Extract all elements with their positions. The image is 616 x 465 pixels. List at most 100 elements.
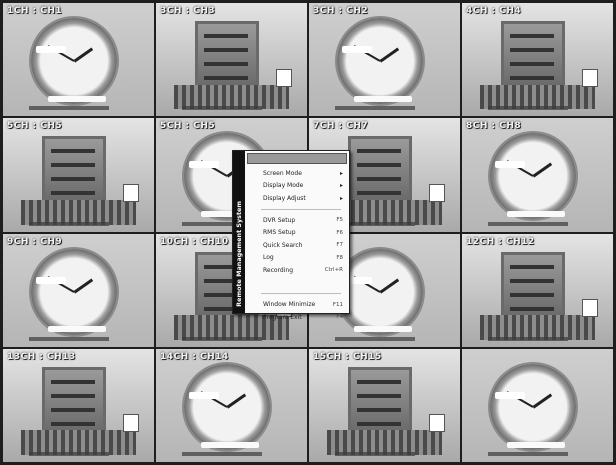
box-image (122, 183, 139, 202)
glare (495, 391, 526, 399)
menu-item[interactable]: Quick Search F7 (247, 239, 347, 252)
glare (189, 391, 220, 399)
menu-item[interactable]: Display Mode ▸ (247, 180, 347, 193)
glare (507, 211, 566, 218)
glare (342, 46, 373, 54)
menu-item[interactable]: Window Minimize F11 (247, 298, 347, 311)
menu-item-shortcut: F5 (336, 217, 343, 224)
menu-item[interactable]: Recording Ctrl+R (247, 264, 347, 277)
timestamp-overlay (29, 452, 109, 456)
glare (495, 161, 526, 169)
timestamp-overlay (182, 336, 262, 341)
menu-item-label: Program Exit (263, 313, 302, 321)
clock-image (30, 248, 117, 335)
menu-item[interactable]: Display Adjust ▸ (247, 192, 347, 205)
glare (36, 276, 67, 284)
menu-item[interactable]: RMS Setup F6 (247, 226, 347, 239)
timestamp-overlay (29, 106, 109, 111)
clock-image (489, 133, 576, 220)
menu-item-label: Window Minimize (263, 301, 316, 309)
clock-image (336, 18, 423, 105)
timestamp-overlay (488, 452, 568, 456)
timestamp-overlay (488, 221, 568, 226)
camera-tile[interactable]: 3CH : CH2 (309, 3, 460, 117)
box-image (428, 414, 445, 433)
dvr-monitor-window: 1CH : CH1 3CH : CH3 3CH : CH2 4CH : CH4 5CH … (0, 0, 616, 465)
camera-tile[interactable]: 9CH : CH9 (3, 233, 154, 347)
box-image (275, 68, 292, 87)
menu-header-bar (247, 153, 347, 164)
menu-items: Screen Mode ▸ Display Mode ▸ Display Adjust ▸… (247, 167, 347, 324)
camera-tile[interactable]: 1CH : CH1 (3, 3, 154, 117)
camera-tile[interactable]: 8CH : CH8 (462, 118, 613, 232)
camera-label: 13CH : CH13 (7, 351, 76, 362)
menu-item[interactable]: Log F8 (247, 252, 347, 265)
clock-image (183, 363, 270, 450)
camera-label: 4CH : CH4 (466, 6, 522, 16)
camera-label: 3CH : CH3 (160, 6, 216, 16)
camera-tile[interactable]: 14CH : CH14 (156, 348, 307, 462)
camera-tile[interactable]: 13CH : CH13 (3, 348, 154, 462)
timestamp-overlay (488, 336, 568, 341)
submenu-arrow-icon: ▸ (339, 182, 343, 190)
camera-label: 1CH : CH1 (7, 6, 63, 16)
menu-item-label: RMS Setup (263, 229, 296, 237)
box-image (122, 414, 139, 433)
camera-tile[interactable] (462, 348, 613, 462)
glare (48, 95, 107, 102)
camera-label: 8CH : CH8 (466, 121, 522, 132)
glare (48, 326, 107, 333)
menu-side-banner: Remote Management System (233, 151, 245, 313)
glare (354, 326, 413, 333)
clock-image (489, 363, 576, 450)
menu-side-title: Remote Management System (235, 201, 243, 307)
glare (189, 161, 220, 169)
menu-item[interactable]: Screen Mode ▸ (247, 167, 347, 180)
menu-item-shortcut: Ctrl+R (324, 267, 343, 274)
timestamp-overlay (488, 106, 568, 111)
menu-item-label: Display Mode (263, 182, 304, 190)
timestamp-overlay (335, 336, 415, 341)
menu-item-label: Log (263, 254, 274, 262)
menu-separator (261, 293, 341, 295)
menu-item-label: Display Adjust (263, 194, 306, 202)
menu-item-shortcut: F7 (336, 242, 343, 249)
menu-item-label: Recording (263, 266, 294, 274)
camera-label: 5CH : CH5 (160, 121, 216, 132)
glare (507, 441, 566, 448)
menu-item[interactable]: DVR Setup F5 (247, 214, 347, 227)
menu-item (247, 277, 347, 290)
menu-item[interactable]: Program Exit F4 (247, 311, 347, 324)
box-image (428, 183, 445, 202)
camera-label: 7CH : CH7 (313, 121, 369, 132)
camera-tile[interactable]: 15CH : CH15 (309, 348, 460, 462)
timestamp-overlay (335, 452, 415, 456)
context-menu: Remote Management System Screen Mode ▸ Dis… (232, 150, 350, 321)
camera-label: 9CH : CH9 (7, 236, 63, 247)
box-image (581, 68, 598, 87)
timestamp-overlay (29, 336, 109, 341)
menu-item-label: Screen Mode (263, 169, 302, 177)
menu-item-shortcut: F4 (336, 314, 343, 321)
glare (354, 95, 413, 102)
clock-image (30, 18, 117, 105)
camera-tile[interactable]: 12CH : CH12 (462, 233, 613, 347)
box-image (581, 299, 598, 318)
menu-item-shortcut: F6 (336, 229, 343, 236)
timestamp-overlay (182, 452, 262, 456)
camera-label: 5CH : CH5 (7, 121, 63, 132)
camera-label: 14CH : CH14 (160, 351, 229, 362)
menu-item-label: Quick Search (263, 241, 303, 249)
camera-tile[interactable]: 4CH : CH4 (462, 3, 613, 117)
camera-tile[interactable]: 5CH : CH5 (3, 118, 154, 232)
timestamp-overlay (335, 106, 415, 111)
submenu-arrow-icon: ▸ (339, 169, 343, 177)
menu-item-shortcut: F11 (332, 301, 343, 308)
timestamp-overlay (29, 221, 109, 226)
camera-label: 10CH : CH10 (160, 236, 229, 247)
camera-label: 12CH : CH12 (466, 236, 535, 247)
camera-tile[interactable]: 3CH : CH3 (156, 3, 307, 117)
camera-label: 3CH : CH2 (313, 6, 369, 16)
camera-label: 15CH : CH15 (313, 351, 382, 362)
glare (36, 46, 67, 54)
